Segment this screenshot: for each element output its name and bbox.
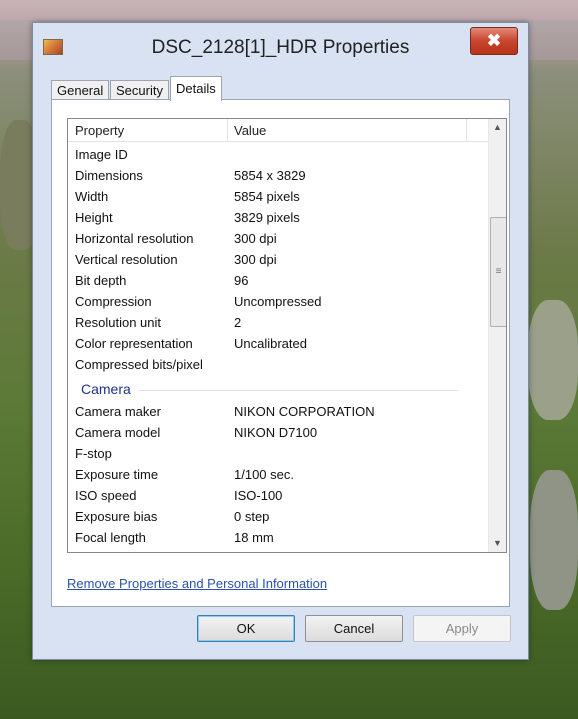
list-item[interactable]: Resolution unit 2 [68,312,488,333]
list-item[interactable]: Horizontal resolution 300 dpi [68,228,488,249]
property-value: ISO-100 [234,488,283,503]
details-panel: Property Value Image ID Dimensions 5854 x… [51,99,510,607]
list-item[interactable]: Focal length 18 mm [68,527,488,548]
ok-button[interactable]: OK [197,615,295,642]
property-value: 300 dpi [234,252,277,267]
property-name: ISO speed [75,488,137,503]
property-name: Resolution unit [75,315,161,330]
property-name: Color representation [75,336,193,351]
list-item[interactable]: Exposure bias 0 step [68,506,488,527]
property-value: Uncompressed [234,294,322,309]
property-name: Horizontal resolution [75,231,194,246]
property-name: Image ID [75,147,128,162]
property-value: Uncalibrated [234,336,307,351]
column-header-value[interactable]: Value [234,123,266,138]
list-item[interactable]: Camera model NIKON D7100 [68,422,488,443]
list-item[interactable]: Bit depth 96 [68,270,488,291]
column-header-property[interactable]: Property [75,123,124,138]
list-item[interactable]: Camera maker NIKON CORPORATION [68,401,488,422]
property-name: Compression [75,294,152,309]
list-item[interactable]: Compression Uncompressed [68,291,488,312]
property-name: Width [75,189,109,204]
list-item[interactable]: Dimensions 5854 x 3829 [68,165,488,186]
tab-general[interactable]: General [51,80,110,101]
tab-details[interactable]: Details [170,76,222,101]
grip-icon: ≡ [495,266,502,277]
property-name: F-stop [75,446,112,461]
list-item[interactable]: Width 5854 pixels [68,186,488,207]
list-item[interactable]: Color representation Uncalibrated [68,333,488,354]
property-name: Compressed bits/pixel [75,357,203,372]
property-name: Exposure bias [75,509,158,524]
scroll-up-arrow-icon[interactable]: ▲ [489,119,506,136]
list-item[interactable]: ISO speed ISO-100 [68,485,488,506]
property-name: Camera model [75,425,161,440]
property-value: 18 mm [234,530,274,545]
remove-properties-link[interactable]: Remove Properties and Personal Informati… [67,576,327,591]
list-item[interactable]: Compressed bits/pixel [68,354,488,375]
column-divider[interactable] [227,119,228,141]
properties-list[interactable]: Property Value Image ID Dimensions 5854 x… [67,118,507,553]
list-item[interactable]: Image ID [68,144,488,165]
property-value: 96 [234,273,249,288]
apply-button[interactable]: Apply [413,615,511,642]
column-divider[interactable] [466,119,467,141]
property-rows: Image ID Dimensions 5854 x 3829 Width 5854… [68,144,488,548]
property-name: Exposure time [75,467,159,482]
scroll-thumb[interactable]: ≡ [490,217,506,327]
property-value: 5854 x 3829 [234,168,306,183]
background-sky [0,0,578,22]
close-button[interactable]: ✖ [470,27,518,55]
tab-security[interactable]: Security [110,80,169,101]
list-item[interactable]: Exposure time 1/100 sec. [68,464,488,485]
list-item[interactable]: F-stop [68,443,488,464]
property-value: 3829 pixels [234,210,300,225]
property-value: 300 dpi [234,231,277,246]
property-name: Height [75,210,113,225]
properties-dialog: DSC_2128[1]_HDR Properties ✖ General Sec… [32,22,529,660]
property-value: 2 [234,315,242,330]
list-header: Property Value [68,119,488,142]
property-value: 5854 pixels [234,189,300,204]
list-item[interactable]: Vertical resolution 300 dpi [68,249,488,270]
property-name: Camera maker [75,404,161,419]
property-value: NIKON CORPORATION [234,404,375,419]
group-divider [138,390,458,391]
property-value: NIKON D7100 [234,425,318,440]
property-name: Bit depth [75,273,127,288]
background-rock [528,300,578,420]
title-bar[interactable]: DSC_2128[1]_HDR Properties ✖ [33,23,528,69]
cancel-button[interactable]: Cancel [305,615,403,642]
vertical-scrollbar[interactable]: ▲ ≡ ▼ [488,119,506,552]
list-item[interactable]: Height 3829 pixels [68,207,488,228]
background-rock [530,470,578,610]
group-header-camera: Camera [68,375,488,401]
group-label: Camera [81,381,131,397]
property-value: 1/100 sec. [234,467,294,482]
property-name: Dimensions [75,168,143,183]
scroll-down-arrow-icon[interactable]: ▼ [489,535,506,552]
property-name: Vertical resolution [75,252,178,267]
dialog-title: DSC_2128[1]_HDR Properties [151,37,410,58]
property-name: Focal length [75,530,146,545]
property-value: 0 step [234,509,270,524]
